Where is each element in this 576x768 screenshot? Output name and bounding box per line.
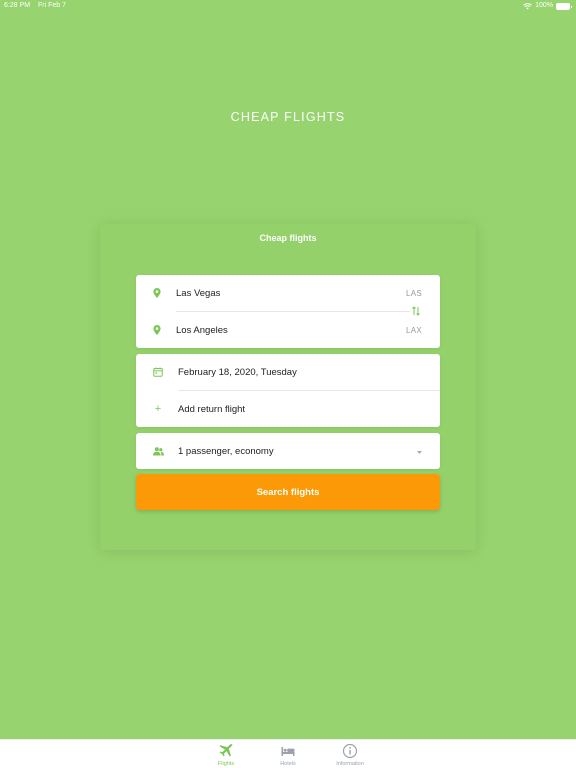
destination-city: Los Angeles <box>176 324 228 336</box>
origin-code: LAS <box>405 288 422 298</box>
app-title: CHEAP FLIGHTS <box>230 110 346 124</box>
add-return-label: Add return flight <box>178 403 246 415</box>
battery-icon <box>556 2 572 10</box>
dates-card: February 18, 2020, Tuesday + Add return … <box>136 354 440 427</box>
people-icon <box>152 445 164 457</box>
info-icon <box>342 743 358 759</box>
airplane-icon <box>218 743 234 759</box>
bed-icon <box>280 743 296 759</box>
tab-hotels-label: Hotels <box>280 761 296 767</box>
destination-field[interactable]: Los Angeles LAX <box>136 312 440 348</box>
status-right: 100% <box>523 0 572 12</box>
tab-hotels[interactable]: Hotels <box>268 743 308 767</box>
tab-flights-label: Flights <box>217 761 235 767</box>
passengers-card[interactable]: 1 passenger, economy <box>136 433 440 469</box>
plus-icon: + <box>154 403 162 415</box>
route-card: Las Vegas LAS Los Angeles LAX <box>136 275 440 348</box>
passengers-value: 1 passenger, economy <box>178 445 274 457</box>
search-flights-button[interactable]: Search flights <box>136 474 440 510</box>
destination-code: LAX <box>405 325 422 335</box>
depart-date: February 18, 2020, Tuesday <box>178 366 297 378</box>
status-time: 6:28 PM <box>4 2 31 9</box>
return-date-field[interactable]: + Add return flight <box>136 391 440 427</box>
search-panel: Cheap flights Las Vegas LAS Los Angeles … <box>100 224 476 550</box>
tab-flights[interactable]: Flights <box>206 743 246 767</box>
origin-field[interactable]: Las Vegas LAS <box>136 275 440 311</box>
passengers-field[interactable]: 1 passenger, economy <box>136 433 440 469</box>
calendar-icon <box>152 366 164 378</box>
status-left: 6:28 PM Fri Feb 7 <box>4 0 66 12</box>
tab-information[interactable]: Information <box>330 743 370 767</box>
location-pin-icon <box>151 287 163 299</box>
battery-percent: 100% <box>535 2 553 9</box>
wifi-icon <box>523 2 532 9</box>
origin-city: Las Vegas <box>176 287 221 299</box>
chevron-down-icon <box>417 446 422 457</box>
status-date: Fri Feb 7 <box>38 2 67 9</box>
tab-information-label: Information <box>336 761 364 767</box>
status-bar: 6:28 PM Fri Feb 7 100% <box>0 0 576 12</box>
panel-title: Cheap flights <box>259 233 317 243</box>
depart-date-field[interactable]: February 18, 2020, Tuesday <box>136 354 440 390</box>
location-pin-icon <box>151 324 163 336</box>
tab-bar: Flights Hotels Information <box>0 739 576 768</box>
